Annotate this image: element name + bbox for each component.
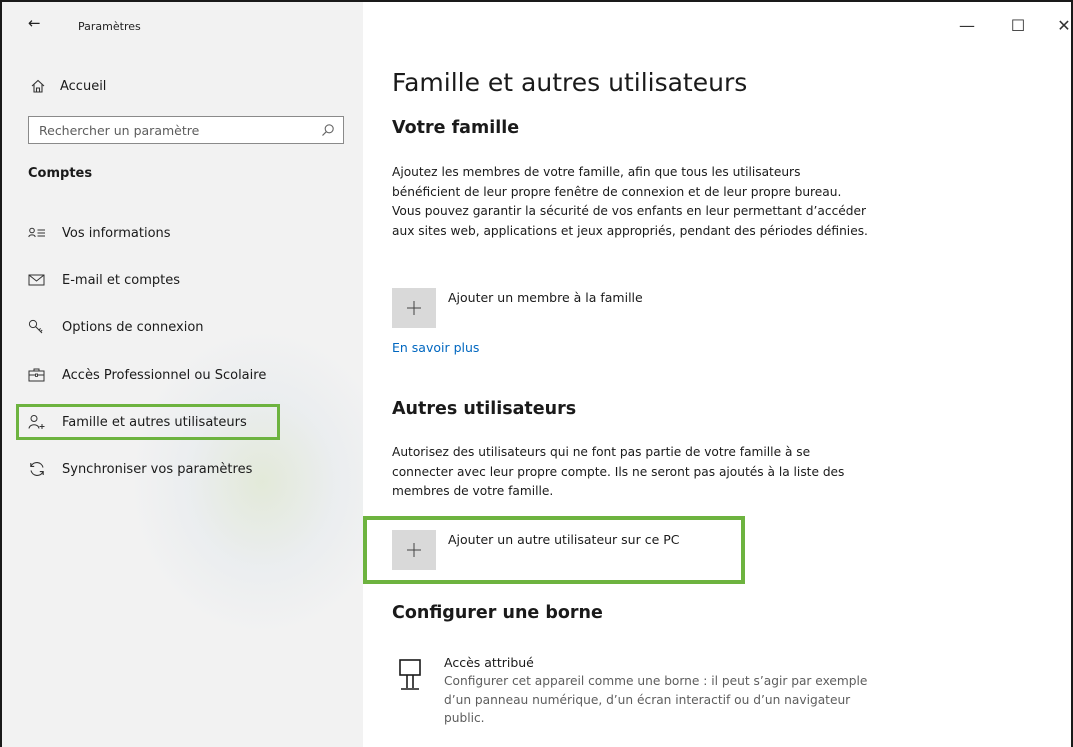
home-icon bbox=[31, 79, 45, 93]
add-family-member-button[interactable]: Ajouter un membre à la famille bbox=[392, 288, 643, 328]
family-description: Ajoutez les membres de votre famille, af… bbox=[392, 165, 868, 238]
sidebar-item-synchroniser[interactable]: Synchroniser vos paramètres bbox=[16, 451, 280, 487]
person-card-icon bbox=[28, 227, 45, 238]
sidebar-item-label: E-mail et comptes bbox=[62, 272, 181, 288]
person-add-icon bbox=[28, 415, 45, 429]
sidebar-item-label: Accès Professionnel ou Scolaire bbox=[62, 367, 267, 383]
maximize-button[interactable]: ☐ bbox=[1008, 16, 1028, 35]
mail-icon bbox=[28, 274, 45, 286]
sidebar-section-heading: Comptes bbox=[28, 166, 93, 181]
sidebar-home[interactable]: Accueil bbox=[30, 76, 106, 96]
minimize-button[interactable]: — bbox=[957, 16, 977, 35]
add-tile[interactable] bbox=[392, 288, 436, 328]
plus-icon bbox=[407, 301, 421, 315]
close-button[interactable]: ✕ bbox=[1054, 16, 1071, 35]
back-arrow-icon[interactable]: ← bbox=[28, 14, 41, 32]
sync-icon bbox=[30, 462, 44, 476]
sidebar-item-label: Options de connexion bbox=[62, 319, 204, 335]
sidebar-item-label: Synchroniser vos paramètres bbox=[62, 461, 253, 477]
search-box[interactable] bbox=[28, 116, 344, 144]
sidebar-item-famille[interactable]: Famille et autres utilisateurs bbox=[16, 404, 280, 440]
add-family-member-label: Ajouter un membre à la famille bbox=[448, 290, 643, 305]
learn-more-link[interactable]: En savoir plus bbox=[392, 340, 479, 355]
briefcase-icon bbox=[28, 368, 45, 382]
sidebar-home-label: Accueil bbox=[60, 78, 107, 94]
settings-window: ← Paramètres Accueil Comptes V bbox=[0, 0, 1073, 747]
kiosk-heading: Configurer une borne bbox=[392, 603, 603, 623]
sidebar-item-email-comptes[interactable]: E-mail et comptes bbox=[16, 262, 280, 298]
assigned-access-title: Accès attribué bbox=[444, 655, 534, 670]
sidebar: ← Paramètres Accueil Comptes V bbox=[2, 2, 363, 747]
page-title: Famille et autres utilisateurs bbox=[392, 68, 748, 97]
other-users-description: Autorisez des utilisateurs qui ne font p… bbox=[392, 445, 845, 498]
other-users-heading: Autres utilisateurs bbox=[392, 399, 577, 419]
sidebar-item-acces-professionnel[interactable]: Accès Professionnel ou Scolaire bbox=[16, 357, 280, 393]
search-input[interactable] bbox=[39, 122, 299, 138]
sidebar-item-vos-informations[interactable]: Vos informations bbox=[16, 215, 280, 251]
sidebar-item-options-connexion[interactable]: Options de connexion bbox=[16, 309, 280, 345]
window-title: Paramètres bbox=[78, 20, 141, 33]
key-icon bbox=[28, 319, 43, 334]
sidebar-item-label: Vos informations bbox=[62, 225, 171, 241]
assigned-access-description: Configurer cet appareil comme une borne … bbox=[444, 674, 868, 725]
sidebar-item-label: Famille et autres utilisateurs bbox=[62, 414, 247, 430]
search-icon[interactable] bbox=[321, 123, 335, 137]
family-heading: Votre famille bbox=[392, 118, 520, 138]
assigned-access-item[interactable]: Accès attribué Configurer cet appareil c… bbox=[392, 654, 874, 728]
kiosk-icon bbox=[399, 659, 421, 690]
add-other-user-highlight bbox=[363, 516, 745, 584]
